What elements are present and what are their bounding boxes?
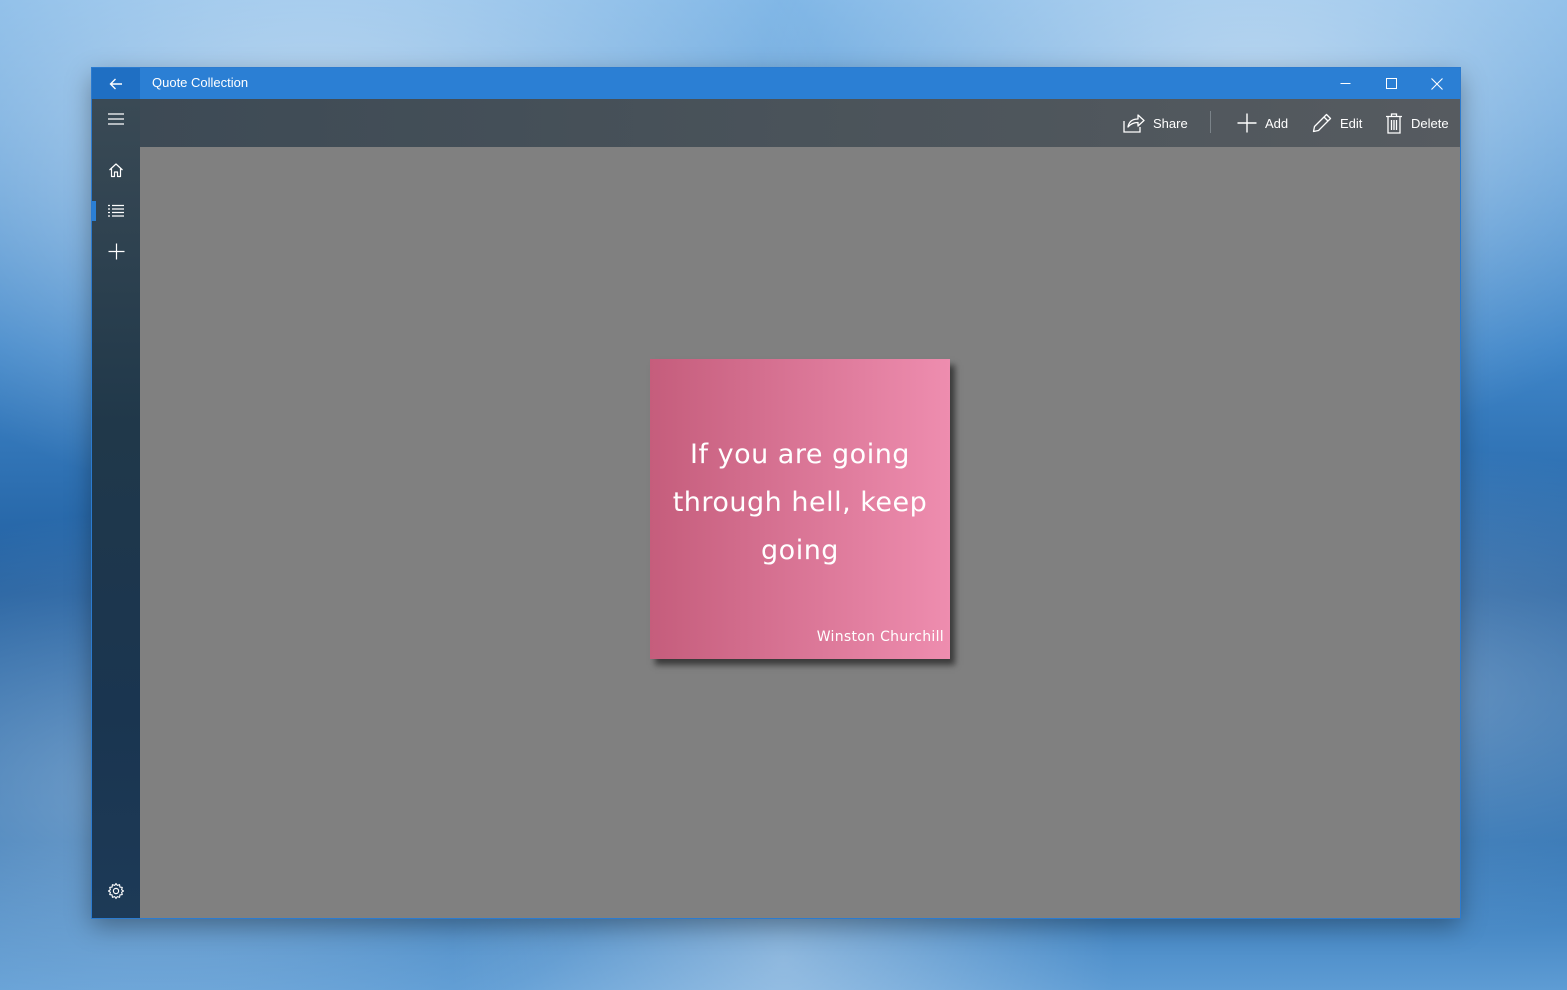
delete-label: Delete [1411,115,1449,131]
share-label: Share [1153,115,1188,131]
window-title: Quote Collection [152,75,249,90]
quote-card[interactable]: If you are going through hell, keep goin… [650,359,950,659]
quote-text: If you are going through hell, keep goin… [672,439,928,566]
hamburger-menu-icon [108,113,124,125]
add-icon [108,243,124,259]
delete-button[interactable]: Delete [1385,99,1449,147]
close-button[interactable] [1414,68,1460,99]
back-button[interactable] [92,68,140,99]
close-icon [1431,77,1443,90]
sidebar-item-add[interactable] [92,231,140,271]
trash-icon [1386,112,1402,134]
maximize-icon [1385,78,1397,89]
add-label: Add [1265,115,1289,131]
sidebar-item-home[interactable] [92,150,140,190]
add-button[interactable]: Add [1237,99,1288,147]
quote-author: Winston Churchill [816,629,944,645]
list-icon [108,204,124,217]
content-area: If you are going through hell, keep goin… [140,147,1460,918]
title-bar: Quote Collection [92,68,1460,99]
arrow-left-icon [109,78,122,89]
sidebar-item-list[interactable] [92,191,140,231]
share-button[interactable]: Share [1123,99,1188,147]
sidebar-item-settings[interactable] [92,871,140,911]
edit-button[interactable]: Edit [1312,99,1362,147]
pencil-icon [1312,113,1332,133]
share-icon [1123,114,1145,133]
navigation-sidebar [92,99,140,918]
hamburger-menu-button[interactable] [92,99,140,139]
minimize-button[interactable] [1322,68,1368,99]
gear-icon [107,882,125,900]
add-icon [1237,113,1257,133]
app-window: Quote Collection Share Add Edit Delete I… [92,68,1460,918]
home-icon [109,163,123,178]
command-separator [1210,111,1211,133]
minimize-icon [1340,83,1350,84]
command-bar: Share Add Edit Delete [140,99,1460,147]
maximize-button[interactable] [1368,68,1414,99]
edit-label: Edit [1340,115,1363,131]
